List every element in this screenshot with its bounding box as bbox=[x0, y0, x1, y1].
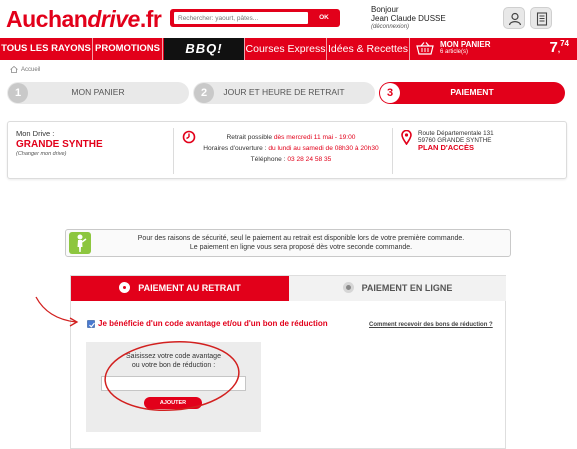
greeting-text: Bonjour bbox=[371, 5, 399, 14]
logo-tld: .fr bbox=[139, 6, 162, 32]
step-label: JOUR ET HEURE DE RETRAIT bbox=[223, 87, 345, 97]
auchan-drive-logo[interactable]: Auchandrive.fr bbox=[6, 6, 162, 33]
nav-item-idees-recettes[interactable]: Idées & Recettes bbox=[327, 38, 410, 60]
payment-panel: PAIEMENT AU RETRAIT PAIEMENT EN LIGNE Je… bbox=[70, 275, 506, 449]
retrait-value: dès mercredi 11 mai - 19:00 bbox=[273, 134, 356, 141]
logo-brand: Auchan bbox=[6, 6, 88, 32]
code-label-line-1: Saisissez votre code avantage bbox=[126, 353, 221, 360]
code-label: Saisissez votre code avantage ou votre b… bbox=[86, 352, 261, 370]
main-nav: TOUS LES RAYONS PROMOTIONS BBQ! Courses … bbox=[0, 38, 577, 60]
search-bar: OK bbox=[170, 9, 340, 27]
tab-label: PAIEMENT EN LIGNE bbox=[361, 283, 453, 293]
code-label-line-2: ou votre bon de réduction : bbox=[131, 362, 216, 369]
checkbox-label[interactable]: Je bénéficie d'un code avantage et/ou d'… bbox=[98, 319, 328, 328]
basket-price-dec: 74 bbox=[560, 39, 569, 48]
logo-drive: drive bbox=[87, 6, 140, 32]
info-figure-icon bbox=[69, 232, 91, 254]
home-icon bbox=[10, 66, 18, 73]
tab-paiement-en-ligne[interactable]: PAIEMENT EN LIGNE bbox=[289, 276, 506, 301]
logout-link[interactable]: (déconnexion) bbox=[371, 23, 446, 32]
basket-price: 7,74 bbox=[550, 39, 569, 56]
drive-hours: Retrait possible dès mercredi 11 mai - 1… bbox=[186, 132, 396, 165]
code-avantage-checkbox[interactable] bbox=[87, 320, 95, 328]
code-entry-box: Saisissez votre code avantage ou votre b… bbox=[86, 342, 261, 432]
help-bons-reduction-link[interactable]: Comment recevoir des bons de réduction ? bbox=[369, 322, 493, 328]
tab-paiement-au-retrait[interactable]: PAIEMENT AU RETRAIT bbox=[71, 276, 289, 301]
retrait-label: Retrait possible bbox=[226, 134, 272, 141]
drive-name: GRANDE SYNTHE bbox=[16, 139, 103, 150]
breadcrumb-home-link[interactable]: Accueil bbox=[21, 67, 40, 73]
drive-label: Mon Drive : bbox=[16, 129, 55, 138]
change-drive-link[interactable]: (Changer mon drive) bbox=[16, 151, 103, 157]
nav-item-courses-express[interactable]: Courses Express bbox=[245, 38, 327, 60]
plan-acces-link[interactable]: PLAN D'ACCÈS bbox=[418, 144, 494, 152]
notice-line-2: Le paiement en ligne vous sera proposé d… bbox=[189, 244, 413, 251]
checkout-steps: 1 MON PANIER 2 JOUR ET HEURE DE RETRAIT … bbox=[7, 82, 567, 104]
horaires-value: du lundi au samedi de 08h30 à 20h30 bbox=[268, 145, 379, 152]
notice-text: Pour des raisons de sécurité, seul le pa… bbox=[96, 234, 506, 252]
tab-label: PAIEMENT AU RETRAIT bbox=[138, 283, 241, 293]
basket-count: 6 article(s) bbox=[440, 49, 469, 55]
ajouter-button[interactable]: AJOUTER bbox=[144, 397, 202, 409]
nav-item-bbq[interactable]: BBQ! bbox=[164, 38, 245, 60]
basket-title: MON PANIER bbox=[440, 40, 491, 49]
search-input[interactable] bbox=[174, 12, 308, 24]
divider bbox=[392, 128, 393, 174]
breadcrumb: Accueil bbox=[10, 66, 40, 73]
radio-unselected-icon bbox=[342, 282, 354, 294]
security-notice: Pour des raisons de sécurité, seul le pa… bbox=[65, 229, 511, 257]
step-label: MON PANIER bbox=[71, 87, 125, 97]
code-avantage-input[interactable] bbox=[101, 376, 246, 391]
basket-price-int: 7 bbox=[549, 39, 558, 56]
user-greeting: Bonjour Jean Claude DUSSE (déconnexion) bbox=[371, 5, 446, 32]
notice-line-1: Pour des raisons de sécurité, seul le pa… bbox=[137, 235, 465, 242]
divider bbox=[173, 128, 174, 174]
step-mon-panier[interactable]: 1 MON PANIER bbox=[7, 82, 189, 104]
header: Auchandrive.fr OK Bonjour Jean Claude DU… bbox=[0, 0, 577, 38]
telephone-value: 03 28 24 58 35 bbox=[287, 156, 332, 163]
user-icon bbox=[508, 12, 522, 26]
drive-info-panel: Mon Drive : GRANDE SYNTHE (Changer mon d… bbox=[7, 121, 567, 179]
step-jour-heure-retrait[interactable]: 2 JOUR ET HEURE DE RETRAIT bbox=[193, 82, 375, 104]
horaires-label: Horaires d'ouverture : bbox=[203, 145, 267, 152]
drive-address: Route Départementale 131 59760 GRANDE SY… bbox=[418, 130, 494, 151]
telephone-label: Téléphone : bbox=[250, 156, 286, 163]
shopping-list-button[interactable] bbox=[530, 7, 552, 29]
step-paiement: 3 PAIEMENT bbox=[379, 82, 565, 104]
drive-store: Mon Drive : GRANDE SYNTHE (Changer mon d… bbox=[16, 129, 103, 157]
map-pin-icon bbox=[401, 130, 412, 145]
basket-icon bbox=[416, 42, 434, 55]
search-ok-button[interactable]: OK bbox=[311, 12, 337, 24]
step-label: PAIEMENT bbox=[450, 87, 494, 97]
nav-item-tous-les-rayons[interactable]: TOUS LES RAYONS bbox=[0, 38, 93, 60]
address-line-1: Route Départementale 131 bbox=[418, 130, 494, 137]
basket-summary[interactable]: MON PANIER 6 article(s) 7,74 bbox=[410, 38, 577, 60]
radio-selected-icon bbox=[119, 282, 131, 294]
nav-item-promotions[interactable]: PROMOTIONS bbox=[93, 38, 163, 60]
account-button[interactable] bbox=[503, 7, 525, 29]
list-icon bbox=[536, 12, 548, 26]
user-name: Jean Claude DUSSE bbox=[371, 14, 446, 23]
checkmark-icon bbox=[89, 322, 95, 328]
